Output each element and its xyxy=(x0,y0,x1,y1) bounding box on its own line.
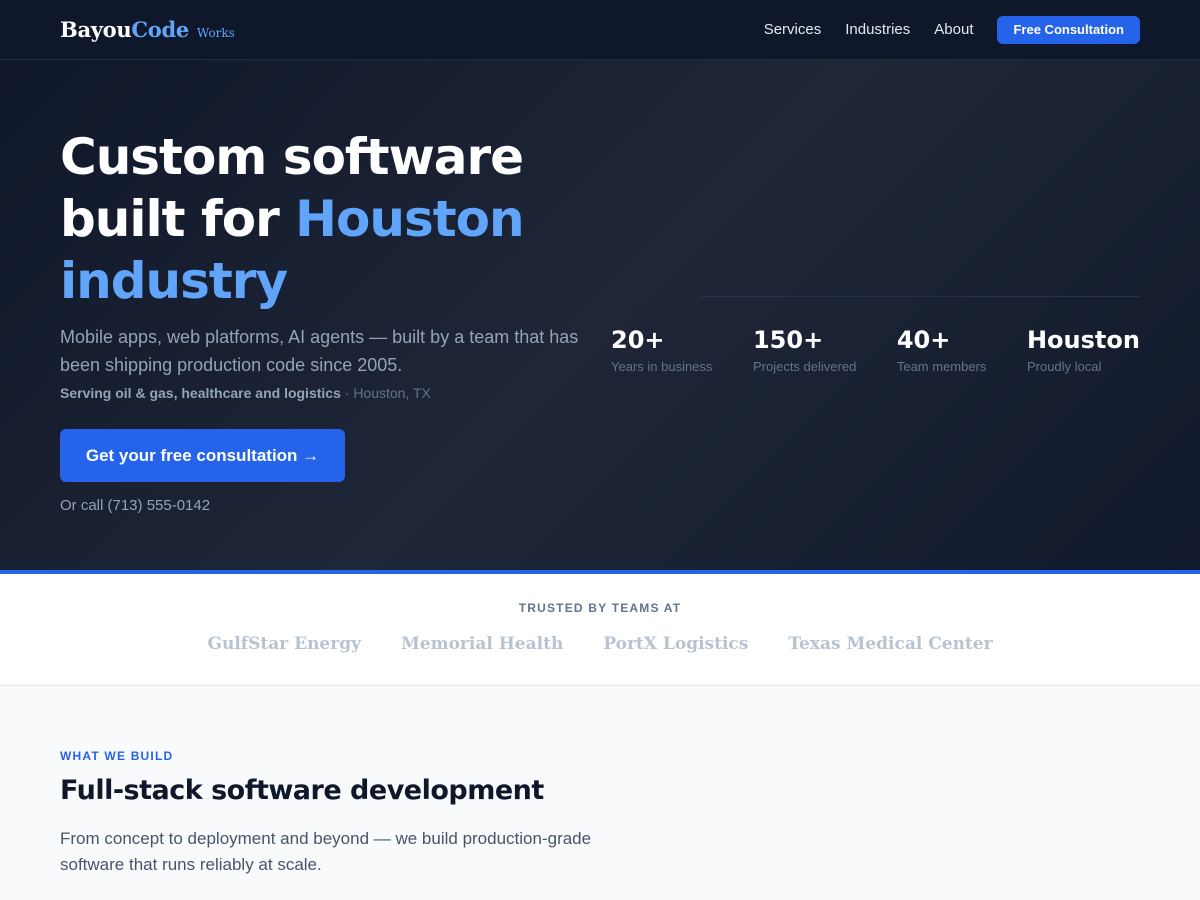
logo-part-1: Bayou xyxy=(60,17,132,42)
stat-value: 20+ xyxy=(611,326,665,354)
hero-description: Mobile apps, web platforms, AI agents — … xyxy=(60,327,579,375)
client-logo-memorial: Memorial Health xyxy=(400,634,564,654)
get-consultation-button[interactable]: Get your free consultation → xyxy=(60,429,345,482)
hero-title-line-2: built for xyxy=(60,190,296,248)
hero-title-highlight-2: industry xyxy=(60,252,288,310)
stat-projects: 150+ Projects delivered xyxy=(753,325,856,374)
stat-label: Years in business xyxy=(611,359,713,374)
stats-row: 20+ Years in business 150+ Projects deli… xyxy=(611,325,1140,374)
stat-value: 150+ xyxy=(752,326,824,354)
build-eyebrow: WHAT WE BUILD xyxy=(60,749,174,763)
nav-link-services[interactable]: Services xyxy=(764,21,822,38)
nav-link-industries[interactable]: Industries xyxy=(845,21,910,38)
free-consultation-button[interactable]: Free Consultation xyxy=(997,15,1140,44)
logo[interactable]: BayouCode Works xyxy=(60,17,235,42)
stat-value: 40+ xyxy=(896,326,951,354)
hero-title-highlight-1: Houston xyxy=(295,190,524,248)
stat-label: Team members xyxy=(896,359,987,374)
logo-wordmark: BayouCode xyxy=(60,17,189,42)
build-description: From concept to deployment and beyond — … xyxy=(60,829,592,874)
top-nav: BayouCode Works Services Industries Abou… xyxy=(0,0,1200,60)
client-logo-gulfstar: GulfStar Energy xyxy=(207,634,361,654)
hero-serving: Serving oil & gas, healthcare and logist… xyxy=(60,385,431,401)
hero-section: Custom software built for Houston indust… xyxy=(0,60,1200,570)
client-logos: GulfStar Energy Memorial Health PortX Lo… xyxy=(0,634,1200,654)
stat-label: Projects delivered xyxy=(752,359,857,374)
stat-label: Proudly local xyxy=(1026,359,1102,374)
nav-link-about[interactable]: About xyxy=(934,21,973,38)
trusted-title: TRUSTED BY TEAMS AT xyxy=(518,601,682,615)
stat-location: Houston Proudly local xyxy=(1027,325,1140,374)
stats-divider xyxy=(700,296,1140,297)
stat-team: 40+ Team members xyxy=(897,325,987,374)
logo-suffix: Works xyxy=(196,26,235,40)
stat-years: 20+ Years in business xyxy=(611,325,712,374)
stat-value: Houston xyxy=(1026,326,1140,354)
hero-serving-industries: Serving oil & gas, healthcare and logist… xyxy=(60,385,341,401)
hero-call-phone[interactable]: Or call (713) 555-0142 xyxy=(60,497,210,514)
hero-serving-location: · Houston, TX xyxy=(340,385,431,401)
trusted-section: TRUSTED BY TEAMS AT GulfStar Energy Memo… xyxy=(0,574,1200,686)
nav-links: Services Industries About Free Consultat… xyxy=(764,15,1140,44)
client-logo-tmc: Texas Medical Center xyxy=(788,634,993,654)
build-title: Full-stack software development xyxy=(60,775,544,806)
client-logo-portx: PortX Logistics xyxy=(603,634,749,654)
logo-part-2: Code xyxy=(131,17,189,42)
hero-title-line-1: Custom software xyxy=(60,128,524,186)
hero-title: Custom software built for Houston indust… xyxy=(60,126,620,312)
